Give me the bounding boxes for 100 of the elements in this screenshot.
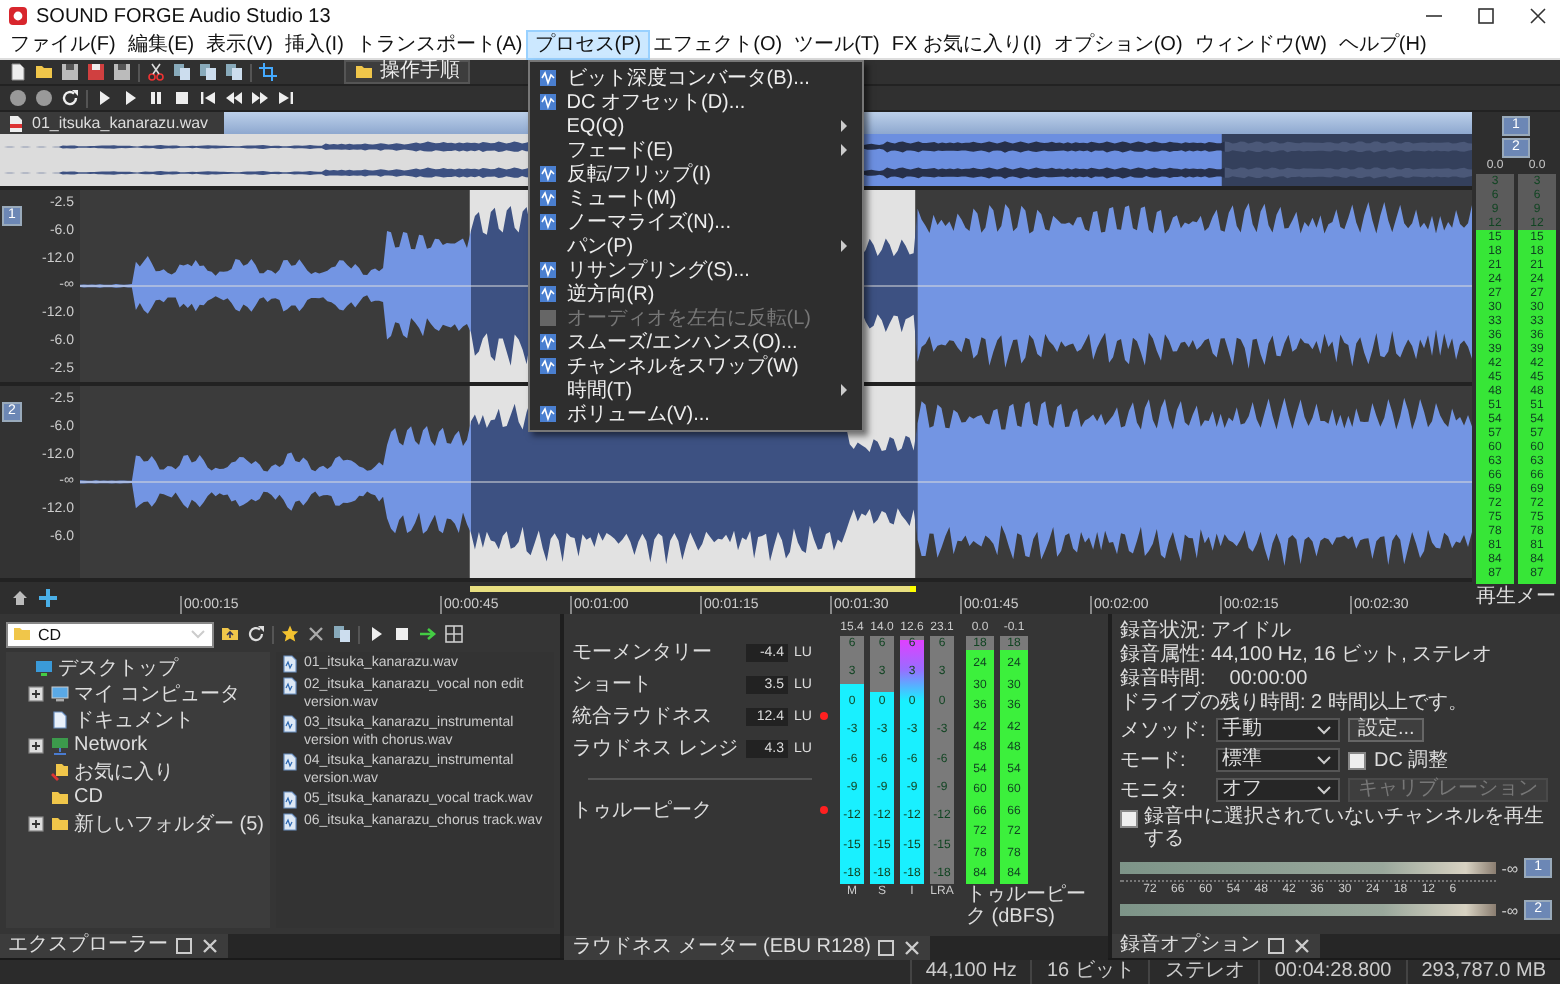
tree-item[interactable]: お気に入り xyxy=(26,758,266,784)
copy-icon[interactable] xyxy=(172,62,192,82)
delete-icon[interactable] xyxy=(306,624,326,644)
status-text: 録音属性: 44,100 Hz, 16 ビット, ステレオ xyxy=(1120,644,1495,666)
caret-icon xyxy=(188,624,208,644)
status-cell: 44,100 Hz xyxy=(909,960,1031,984)
dropdown-field[interactable]: オフ xyxy=(1216,778,1340,802)
reading-label: ショート xyxy=(572,672,654,698)
menu-item[interactable]: 逆方向(R) xyxy=(530,282,863,306)
tree-item[interactable]: CD xyxy=(26,784,266,810)
menu-item[interactable]: 反転/フリップ(I) xyxy=(530,162,863,186)
audio-file-icon xyxy=(280,752,300,772)
menu-item[interactable]: 編集(E) xyxy=(121,32,201,58)
status-cell: 293,787.0 MB xyxy=(1405,960,1560,984)
menu-item[interactable]: パン(P) xyxy=(530,234,863,258)
skip-back-icon[interactable] xyxy=(198,88,218,108)
folder-icon xyxy=(50,761,70,781)
app-icon xyxy=(8,6,28,26)
field-label: メソッド: xyxy=(1120,718,1208,744)
pause-icon[interactable] xyxy=(146,88,166,108)
stop-icon[interactable] xyxy=(392,624,412,644)
expand-icon[interactable] xyxy=(26,735,46,755)
checkbox[interactable] xyxy=(1348,751,1366,769)
menu-item[interactable]: ファイル(F) xyxy=(4,32,122,58)
panel-tab[interactable]: 録音オプション xyxy=(1112,934,1320,958)
menu-item[interactable]: ミュート(M) xyxy=(530,186,863,210)
copy-icon[interactable] xyxy=(332,624,352,644)
menu-item[interactable]: ヘルプ(H) xyxy=(1332,32,1433,58)
dropdown-field[interactable]: 標準 xyxy=(1216,748,1340,772)
menu-item[interactable]: フェード(E) xyxy=(530,138,863,162)
field-label: モニタ: xyxy=(1120,778,1188,804)
checkbox-label: 録音中に選択されていないチャンネルを再生する xyxy=(1144,806,1546,850)
panel-tab[interactable]: ラウドネス メーター (EBU R128) xyxy=(564,936,931,960)
restore-icon[interactable] xyxy=(1266,936,1286,956)
audio-file-icon xyxy=(280,790,300,810)
save-icon[interactable] xyxy=(60,62,80,82)
menu-item[interactable]: リサンプリング(S)... xyxy=(530,258,863,282)
reading-label: トゥルーピーク xyxy=(572,798,714,824)
home-icon[interactable] xyxy=(10,588,30,608)
tree-item[interactable]: Network xyxy=(26,732,266,758)
skip-forward-icon[interactable] xyxy=(276,88,296,108)
status-cell: ステレオ xyxy=(1148,960,1259,984)
audio-file-icon xyxy=(280,676,300,696)
menu-item[interactable]: EQ(Q) xyxy=(530,114,863,138)
workflow-button[interactable]: 操作手順 xyxy=(344,60,470,84)
restore-icon[interactable] xyxy=(174,936,194,956)
refresh-icon[interactable] xyxy=(246,624,266,644)
arrow-icon[interactable] xyxy=(418,624,438,644)
save-icon[interactable] xyxy=(112,62,132,82)
action-button[interactable]: 設定... xyxy=(1348,718,1425,742)
audio-file-icon xyxy=(280,812,300,832)
audio-file-icon xyxy=(280,714,300,734)
status-cell: 16 ビット xyxy=(1030,960,1149,984)
crop-icon[interactable] xyxy=(258,62,278,82)
menu-item[interactable]: オプション(O) xyxy=(1047,32,1189,58)
status-text: ドライブの残り時間: 2 時間以上です。 xyxy=(1120,692,1470,714)
play-icon[interactable] xyxy=(366,624,386,644)
dropdown-field[interactable]: 手動 xyxy=(1216,718,1340,742)
meter-label: 再生メー xyxy=(1476,586,1556,610)
stop-icon[interactable] xyxy=(172,88,192,108)
menu-item[interactable]: DC オフセット(D)... xyxy=(530,90,863,114)
folder-up-icon[interactable] xyxy=(220,624,240,644)
grid-icon[interactable] xyxy=(444,624,464,644)
cross-icon[interactable] xyxy=(38,588,58,608)
window-title: SOUND FORGE Audio Studio 13 xyxy=(36,5,333,27)
menu-item[interactable]: 時間(T) xyxy=(530,378,863,402)
reading-label: 統合ラウドネス xyxy=(572,704,714,730)
menu-item[interactable]: 表示(V) xyxy=(200,32,279,58)
path-dropdown[interactable]: CD xyxy=(6,621,214,647)
menu-item[interactable]: FX お気に入り(I) xyxy=(885,32,1048,58)
menu-item[interactable]: エフェクト(O) xyxy=(647,32,789,58)
checkbox[interactable] xyxy=(1120,810,1138,828)
expand-icon[interactable] xyxy=(26,683,46,703)
meter-reading: -∞ xyxy=(1501,859,1519,877)
tree-item[interactable]: マイ コンピュータ xyxy=(26,680,266,706)
cut-icon[interactable] xyxy=(146,62,166,82)
menu-item[interactable]: 挿入(I) xyxy=(278,32,350,58)
tree-item[interactable]: デスクトップ xyxy=(10,654,266,680)
menu-item[interactable]: ツール(T) xyxy=(788,32,886,58)
audio-file-icon xyxy=(280,654,300,674)
menu-item[interactable]: ビット深度コンバータ(B)... xyxy=(530,66,863,90)
tree-item[interactable]: 新しいフォルダー (5) xyxy=(26,810,266,836)
tree-item[interactable]: ドキュメント xyxy=(26,706,266,732)
panel-tab[interactable]: エクスプローラー xyxy=(0,934,228,958)
menu-item[interactable]: ボリューム(V)... xyxy=(530,402,863,426)
folder-icon xyxy=(12,624,32,644)
computer-icon xyxy=(50,683,70,703)
expand-icon[interactable] xyxy=(26,813,46,833)
loop-icon[interactable] xyxy=(60,88,80,108)
menu-item[interactable]: チャンネルをスワップ(W) xyxy=(530,354,863,378)
close-icon[interactable] xyxy=(1528,6,1548,26)
star-icon[interactable] xyxy=(280,624,300,644)
menu-item[interactable]: トランスポート(A) xyxy=(349,32,529,58)
menu-item[interactable]: スムーズ/エンハンス(O)... xyxy=(530,330,863,354)
save-icon[interactable] xyxy=(86,62,106,82)
menu-item[interactable]: プロセス(P) xyxy=(528,32,648,58)
maximize-icon[interactable] xyxy=(1476,6,1496,26)
restore-icon[interactable] xyxy=(876,938,897,958)
menu-item[interactable]: ノーマライズ(N)... xyxy=(530,210,863,234)
menu-item[interactable]: ウィンドウ(W) xyxy=(1188,32,1333,58)
